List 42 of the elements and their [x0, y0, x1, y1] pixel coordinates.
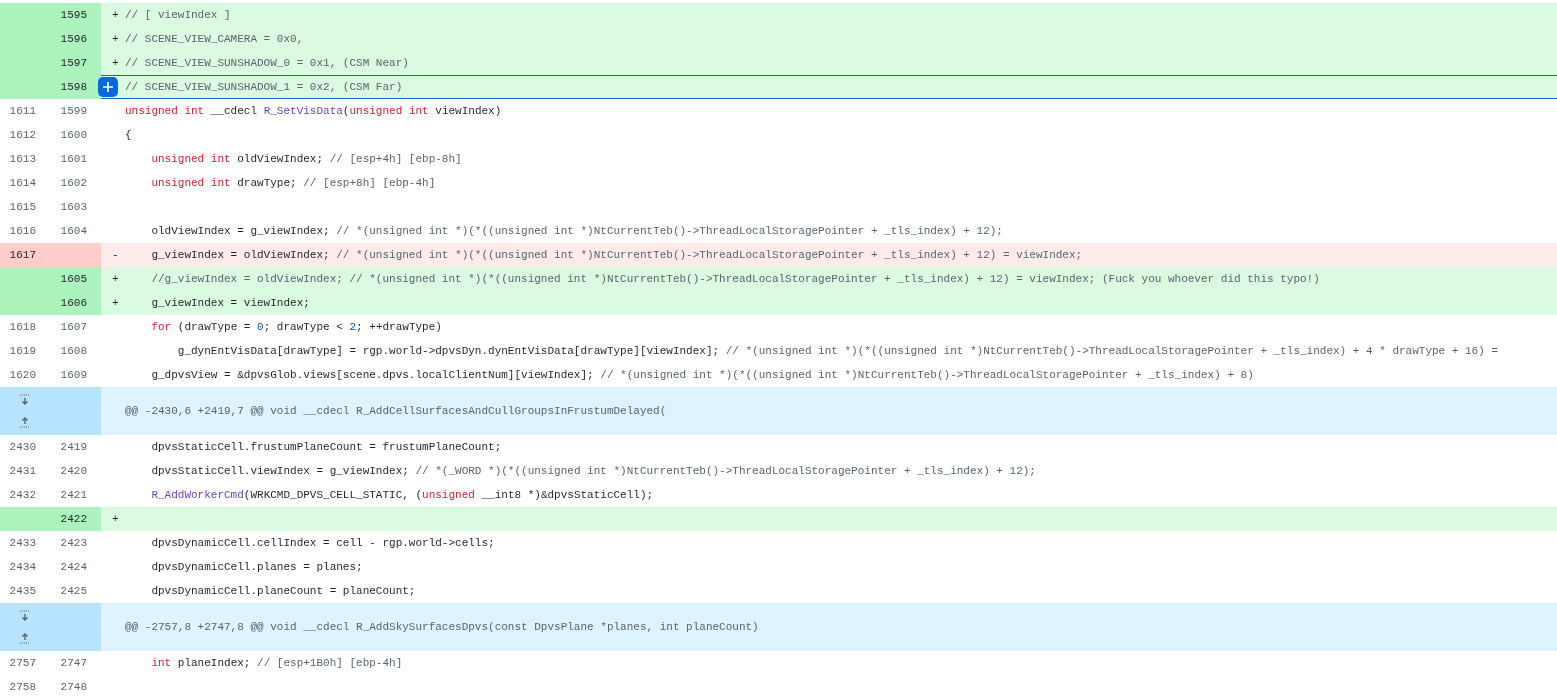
code-line: // [ viewIndex ] — [125, 9, 231, 21]
code-line: R_AddWorkerCmd(WRKCMD_DPVS_CELL_STATIC, (unsigned __int8 *)&dpvsStaticCell); — [150, 489, 654, 501]
plus-icon — [102, 81, 114, 93]
new-line-number: 1596 — [0, 27, 101, 51]
code-line: //g_viewIndex = oldViewIndex; // *(unsigned int *)(*((unsigned int *)NtCurrentTeb()->ThreadLocalStoragePointer + _tls_index) + 12) = viewIndex; (Fuck you whoever did this typo!) — [150, 273, 1320, 285]
line-number-gutter — [50, 243, 101, 267]
diff-marker: + — [111, 57, 120, 69]
diff-marker: + — [111, 513, 120, 525]
hunk-header: @@ -2757,8 +2747,8 @@ void __cdecl R_AddSkySurfacesDpvs(const DpvsPlane *planes, int planeCount) — [101, 603, 1557, 651]
code-line: g_viewIndex = oldViewIndex; // *(unsigned int *)(*((unsigned int *)NtCurrentTeb()->ThreadLocalStoragePointer + _tls_index) + 12) = viewIndex; — [150, 249, 1083, 261]
code-line: dpvsStaticCell.viewIndex = g_viewIndex; // *(_WORD *)(*((unsigned int *)NtCurrentTeb()->ThreadLocalStoragePointer + _tls_index) + 12); — [150, 465, 1036, 477]
diff-marker: + — [111, 33, 120, 45]
add-comment-button[interactable] — [98, 77, 118, 97]
code-line: // SCENE_VIEW_SUNSHADOW_1 = 0x2, (CSM Far) — [125, 81, 403, 93]
new-line-number: 1598 — [0, 75, 101, 99]
code-line: int planeIndex; // [esp+1B0h] [ebp-4h] — [150, 657, 403, 669]
diff-marker: + — [111, 297, 120, 309]
new-line-number: 1606 — [0, 291, 101, 315]
new-line-number: 1597 — [0, 51, 101, 75]
hunk-header: @@ -2430,6 +2419,7 @@ void __cdecl R_AddCellSurfacesAndCullGroupsInFrustumDelayed( — [101, 387, 1557, 435]
new-line-number: 1595 — [0, 3, 101, 27]
diff-marker: + — [111, 273, 120, 285]
code-line: oldViewIndex = g_viewIndex; // *(unsigned int *)(*((unsigned int *)NtCurrentTeb()->ThreadLocalStoragePointer + _tls_index) + 12); — [150, 225, 1003, 237]
code-line: g_dynEntVisData[drawType] = rgp.world->dpvsDyn.dynEntVisData[drawType][viewIndex]; // *(unsigned int *)(*((unsigned int *)NtCurrentTeb()->ThreadLocalStoragePointer + _tls_index) + 4 * drawType + 16) = — [176, 345, 1499, 357]
diff-marker: - — [111, 249, 120, 261]
code-line: unsigned int drawType; // [esp+8h] [ebp-4h] — [150, 177, 436, 189]
code-line: // SCENE_VIEW_SUNSHADOW_0 = 0x1, (CSM Near) — [125, 57, 409, 69]
code-line: g_dpvsView = &dpvsGlob.views[scene.dpvs.localClientNum][viewIndex]; // *(unsigned int *)(*((unsigned int *)NtCurrentTeb()->ThreadLocalStoragePointer + _tls_index) + 8) — [150, 369, 1254, 381]
diff-marker: + — [111, 9, 120, 21]
code-line: g_viewIndex = viewIndex; — [150, 297, 310, 309]
code-line: unsigned int __cdecl R_SetVisData(unsigned int viewIndex) — [125, 105, 502, 117]
code-line: dpvsDynamicCell.planeCount = planeCount; — [150, 585, 416, 597]
code-line: dpvsDynamicCell.planes = planes; — [150, 561, 363, 573]
new-line-number: 1605 — [0, 267, 101, 291]
code-line: // SCENE_VIEW_CAMERA = 0x0, — [125, 33, 304, 45]
code-line: unsigned int oldViewIndex; // [esp+4h] [ebp-8h] — [150, 153, 462, 165]
new-line-number: 2422 — [0, 507, 101, 531]
old-line-number: 1617 — [0, 243, 50, 267]
code-line: for (drawType = 0; drawType < 2; ++drawType) — [150, 321, 442, 333]
code-line: dpvsStaticCell.frustumPlaneCount = frustumPlaneCount; — [150, 441, 502, 453]
code-line: { — [125, 129, 132, 141]
code-line: dpvsDynamicCell.cellIndex = cell - rgp.world->cells; — [150, 537, 495, 549]
